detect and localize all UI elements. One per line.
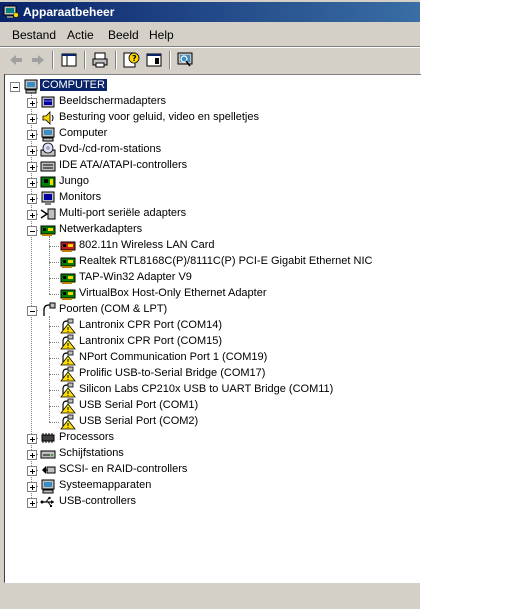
expand-toggle[interactable] xyxy=(27,466,37,476)
port-warning-icon xyxy=(60,318,76,334)
tree-device-label: Realtek RTL8168C(P)/8111C(P) PCI-E Gigab… xyxy=(79,255,373,267)
tree-device-label: USB Serial Port (COM1) xyxy=(79,399,199,411)
tree-category-label: Dvd-/cd-rom-stations xyxy=(59,143,162,155)
port-warning-icon xyxy=(60,334,76,350)
tree-device-label: TAP-Win32 Adapter V9 xyxy=(79,271,192,283)
forward-arrow-icon[interactable] xyxy=(28,50,48,70)
cdrom-icon xyxy=(40,142,56,157)
network-card-icon xyxy=(60,257,76,268)
menu-actie[interactable]: Actie xyxy=(67,28,94,43)
tree-category-label: Netwerkadapters xyxy=(59,223,143,235)
expand-toggle[interactable] xyxy=(27,98,37,108)
disk-drive-icon xyxy=(40,450,56,459)
tree-connector xyxy=(49,294,59,296)
title-bar[interactable]: Apparaatbeheer xyxy=(0,2,420,22)
network-card-icon xyxy=(60,273,76,284)
menu-bar: Bestand Actie Beeld Help xyxy=(0,24,420,46)
tree-device-label: Lantronix CPR Port (COM14) xyxy=(79,319,223,331)
tree-device-label: NPort Communication Port 1 (COM19) xyxy=(79,351,268,363)
port-warning-icon xyxy=(60,350,76,366)
device-manager-icon xyxy=(3,5,19,18)
tree-category-label: Monitors xyxy=(59,191,102,203)
expand-toggle[interactable] xyxy=(27,434,37,444)
print-icon[interactable] xyxy=(90,50,110,70)
menu-help[interactable]: Help xyxy=(149,28,174,43)
window-title: Apparaatbeheer xyxy=(23,5,115,19)
monitor-icon xyxy=(41,191,55,205)
tree-category-label: Schijfstations xyxy=(59,447,124,459)
expand-toggle[interactable] xyxy=(27,482,37,492)
sound-icon xyxy=(42,111,54,125)
tree-category-label: Beeldschermadapters xyxy=(59,95,167,107)
properties-icon[interactable] xyxy=(144,50,164,70)
tree-connector xyxy=(49,236,51,294)
tree-root-label: COMPUTER xyxy=(40,79,107,91)
port-icon xyxy=(43,302,56,316)
show-hide-console-tree-icon[interactable] xyxy=(59,50,79,70)
expand-toggle[interactable] xyxy=(27,450,37,460)
tree-category-label: Processors xyxy=(59,431,115,443)
tree-category-label: USB-controllers xyxy=(59,495,137,507)
tree-category-label: Jungo xyxy=(59,175,89,187)
port-warning-icon xyxy=(60,398,76,414)
tree-device-label: Silicon Labs CP210x USB to UART Bridge (… xyxy=(79,383,334,395)
collapse-toggle[interactable] xyxy=(27,306,37,316)
back-arrow-icon[interactable] xyxy=(6,50,26,70)
processor-icon xyxy=(41,433,55,443)
tree-category-label: Computer xyxy=(59,127,108,139)
tree-device-label: Lantronix CPR Port (COM15) xyxy=(79,335,223,347)
system-device-icon xyxy=(41,479,55,494)
collapse-root-toggle[interactable] xyxy=(10,82,20,92)
tree-category-label: IDE ATA/ATAPI-controllers xyxy=(59,159,188,171)
expand-toggle[interactable] xyxy=(27,146,37,156)
collapse-toggle[interactable] xyxy=(27,226,37,236)
menu-beeld[interactable]: Beeld xyxy=(108,28,139,43)
expand-toggle[interactable] xyxy=(27,130,37,140)
expand-toggle[interactable] xyxy=(27,498,37,508)
tree-category-label: SCSI- en RAID-controllers xyxy=(59,463,188,475)
usb-icon xyxy=(40,496,54,507)
expand-toggle[interactable] xyxy=(27,162,37,172)
tree-device-label: Prolific USB-to-Serial Bridge (COM17) xyxy=(79,367,266,379)
toolbar-separator xyxy=(84,51,86,69)
tree-category-label: Multi-port seriële adapters xyxy=(59,207,187,219)
tree-connector xyxy=(49,422,59,424)
computer-icon xyxy=(24,79,38,94)
device-tree[interactable]: COMPUTER Beeldschermadapters Besturing voo… xyxy=(4,74,421,583)
network-card-icon xyxy=(60,289,76,300)
menu-bestand[interactable]: Bestand xyxy=(12,28,56,43)
svg-text:?: ? xyxy=(132,54,137,63)
port-warning-icon xyxy=(60,366,76,382)
display-adapter-icon xyxy=(41,96,55,108)
expand-toggle[interactable] xyxy=(27,178,37,188)
expand-toggle[interactable] xyxy=(27,194,37,204)
network-adapter-icon xyxy=(40,225,56,236)
port-warning-icon xyxy=(60,382,76,398)
tree-border xyxy=(4,74,5,582)
multiport-icon xyxy=(40,208,56,220)
port-warning-icon xyxy=(60,414,76,430)
tree-device-label: VirtualBox Host-Only Ethernet Adapter xyxy=(79,287,267,299)
tree-category-label: Systeemapparaten xyxy=(59,479,152,491)
tree-device-label: 802.11n Wireless LAN Card xyxy=(79,239,215,251)
tree-category-label: Besturing voor geluid, video en spelletj… xyxy=(59,111,259,123)
toolbar-separator xyxy=(169,51,171,69)
expand-toggle[interactable] xyxy=(27,114,37,124)
tree-connector xyxy=(49,316,51,422)
device-manager-window: Apparaatbeheer Bestand Actie Beeld Help xyxy=(0,0,421,609)
tree-device-label: USB Serial Port (COM2) xyxy=(79,415,199,427)
toolbar-separator xyxy=(52,51,54,69)
board-icon xyxy=(40,176,56,188)
expand-toggle[interactable] xyxy=(27,210,37,220)
toolbar-separator xyxy=(115,51,117,69)
tree-category-label: Poorten (COM & LPT) xyxy=(59,303,168,315)
scsi-icon xyxy=(42,466,56,474)
ide-controller-icon xyxy=(40,161,56,172)
scan-hardware-icon[interactable] xyxy=(175,50,195,70)
network-card-disabled-icon xyxy=(60,241,76,252)
help-icon[interactable]: ? xyxy=(121,50,141,70)
computer-icon xyxy=(41,127,55,142)
toolbar: ? xyxy=(0,48,420,72)
